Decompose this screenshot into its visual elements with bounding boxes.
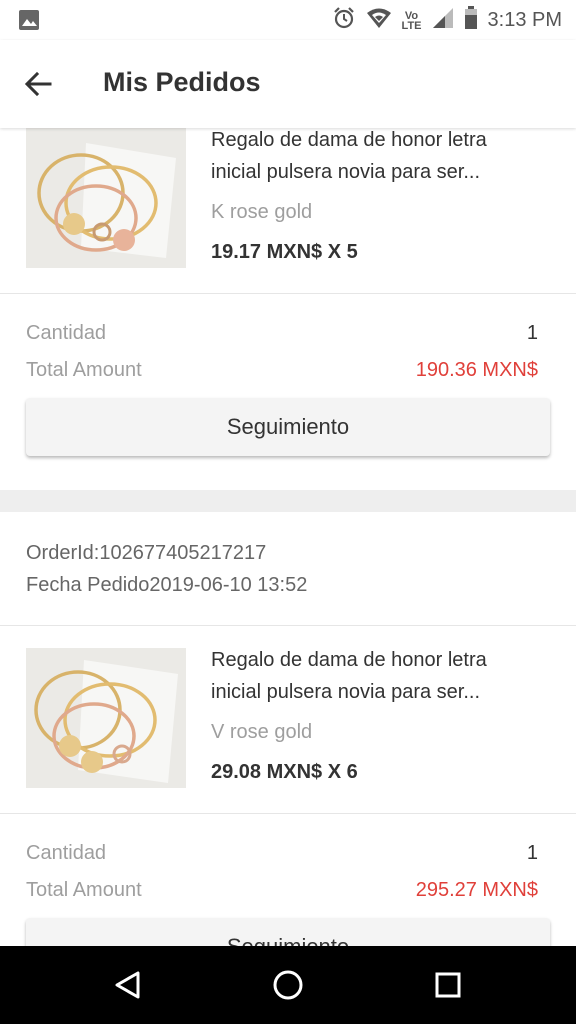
arrow-back-icon bbox=[24, 71, 52, 97]
back-triangle-icon bbox=[115, 971, 140, 999]
total-amount-value: 295.27 MXN$ bbox=[415, 879, 538, 901]
nav-home-button[interactable] bbox=[268, 965, 308, 1005]
product-title-line2: inicial pulsera novia para ser... bbox=[211, 161, 481, 183]
quantity-value: 1 bbox=[526, 842, 538, 864]
product-title[interactable]: Regalo de dama de honor letra inicial pu… bbox=[211, 644, 541, 708]
orders-list[interactable]: Regalo de dama de honor letra inicial pu… bbox=[0, 128, 576, 946]
product-title[interactable]: Regalo de dama de honor letra inicial pu… bbox=[211, 128, 541, 188]
tracking-button[interactable]: Seguimiento bbox=[26, 918, 550, 946]
order-summary: Cantidad 1 Total Amount 190.36 MXN$ Segu… bbox=[0, 294, 576, 490]
product-image[interactable] bbox=[26, 128, 186, 268]
volte-icon: Vo LTE bbox=[401, 9, 422, 32]
order-separator bbox=[0, 490, 576, 512]
total-amount-value: 190.36 MXN$ bbox=[415, 359, 538, 381]
signal-icon bbox=[432, 7, 454, 34]
recents-square-icon bbox=[435, 972, 461, 998]
total-amount-label: Total Amount bbox=[26, 879, 142, 901]
order-card: OrderId:102677405217217 Fecha Pedido2019… bbox=[0, 512, 576, 946]
status-bar: Vo LTE 3:13 PM bbox=[0, 0, 576, 40]
status-time: 3:13 PM bbox=[487, 9, 562, 31]
nav-back-button[interactable] bbox=[108, 965, 148, 1005]
home-circle-icon bbox=[273, 970, 303, 1000]
product-variant: K rose gold bbox=[211, 201, 313, 223]
product-image[interactable] bbox=[26, 648, 186, 788]
order-header: OrderId:102677405217217 Fecha Pedido2019… bbox=[0, 512, 576, 626]
product-variant: V rose gold bbox=[211, 721, 313, 743]
system-nav-bar bbox=[0, 946, 576, 1024]
tracking-button[interactable]: Seguimiento bbox=[26, 398, 550, 456]
product-item[interactable]: Regalo de dama de honor letra inicial pu… bbox=[0, 626, 576, 814]
wifi-icon bbox=[366, 7, 392, 34]
product-title-line2: inicial pulsera novia para ser... bbox=[211, 681, 481, 703]
quantity-label: Cantidad bbox=[26, 842, 107, 864]
nav-recents-button[interactable] bbox=[428, 965, 468, 1005]
volte-bottom-text: LTE bbox=[401, 19, 422, 32]
quantity-label: Cantidad bbox=[26, 322, 107, 344]
order-id: OrderId:102677405217217 bbox=[26, 542, 267, 564]
page-title: Mis Pedidos bbox=[103, 67, 261, 97]
order-card: Regalo de dama de honor letra inicial pu… bbox=[0, 128, 576, 490]
volte-top-text: Vo bbox=[404, 9, 419, 22]
app-bar: Mis Pedidos bbox=[0, 40, 576, 128]
back-button[interactable] bbox=[20, 66, 56, 102]
product-item[interactable]: Regalo de dama de honor letra inicial pu… bbox=[0, 128, 576, 294]
total-amount-label: Total Amount bbox=[26, 359, 142, 381]
product-title-line1: Regalo de dama de honor letra bbox=[211, 649, 487, 671]
image-icon bbox=[18, 9, 40, 36]
product-price: 29.08 MXN$ X 6 bbox=[211, 761, 358, 783]
quantity-value: 1 bbox=[526, 322, 538, 344]
battery-icon bbox=[464, 6, 478, 35]
order-date: Fecha Pedido2019-06-10 13:52 bbox=[26, 574, 308, 596]
order-summary: Cantidad 1 Total Amount 295.27 MXN$ Segu… bbox=[0, 814, 576, 946]
product-title-line1: Regalo de dama de honor letra bbox=[211, 129, 487, 151]
alarm-icon bbox=[332, 6, 356, 35]
product-price: 19.17 MXN$ X 5 bbox=[211, 241, 358, 263]
